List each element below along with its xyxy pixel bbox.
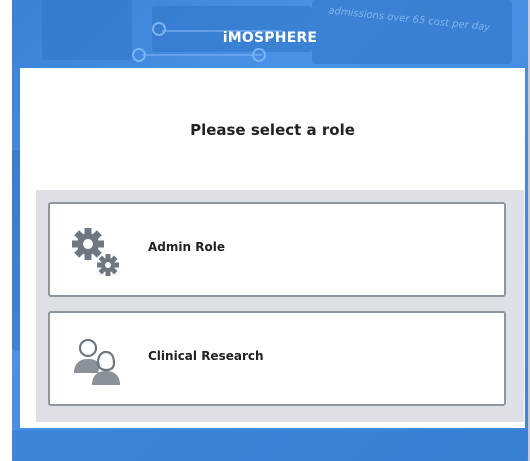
app-title: iMOSPHERE	[222, 30, 318, 46]
users-icon	[68, 333, 124, 389]
background-line	[142, 54, 262, 56]
background-panel	[12, 430, 528, 461]
window-left-edge	[0, 0, 12, 461]
gears-icon	[68, 224, 124, 280]
clinical-research-button[interactable]: Clinical Research	[48, 311, 506, 406]
background-dot	[252, 48, 266, 62]
admin-role-label: Admin Role	[148, 240, 225, 254]
clinical-research-label: Clinical Research	[148, 349, 264, 363]
roles-panel: Admin Role Clinical Research	[36, 190, 524, 422]
admin-role-button[interactable]: Admin Role	[48, 202, 506, 297]
dialog-heading: Please select a role	[190, 121, 355, 139]
role-select-dialog: Please select a role Admin Role Clinical…	[20, 68, 525, 428]
background-dot	[132, 48, 146, 62]
